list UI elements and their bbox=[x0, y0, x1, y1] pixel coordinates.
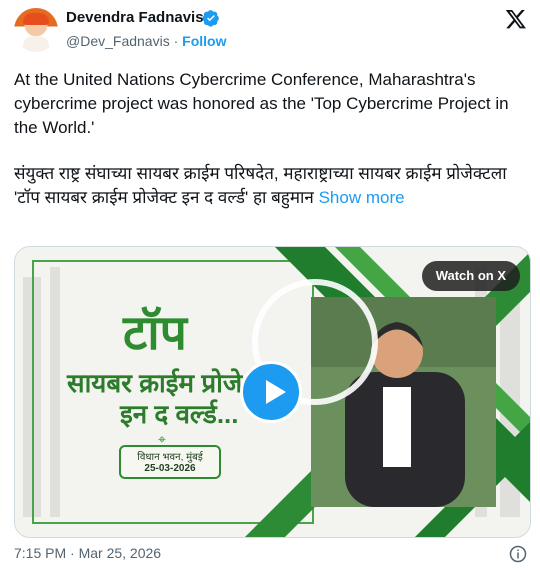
tweet-text-marathi-body: संयुक्त राष्ट्र संघाच्या सायबर क्राईम पर… bbox=[14, 164, 507, 207]
author-name[interactable]: Devendra Fadnavis bbox=[66, 9, 204, 26]
author-handle[interactable]: @Dev_Fadnavis bbox=[66, 33, 170, 49]
venue-badge: विधान भवन, मुंबई 25-03-2026 bbox=[119, 445, 221, 479]
follow-button[interactable]: Follow bbox=[182, 33, 226, 49]
thumbnail-headline-1: टॉप bbox=[123, 307, 187, 360]
tweet-text-english: At the United Nations Cybercrime Confere… bbox=[14, 70, 509, 137]
avatar-body bbox=[23, 36, 49, 52]
tweet-header: Devendra Fadnavis @Dev_Fadnavis · Follow bbox=[0, 0, 540, 64]
info-icon[interactable] bbox=[509, 545, 527, 563]
tweet-text-marathi: संयुक्त राष्ट्र संघाच्या सायबर क्राईम पर… bbox=[14, 162, 529, 210]
thumbnail-headline-3: इन द वर्ल्ड... bbox=[120, 399, 239, 429]
avatar-turban bbox=[23, 13, 49, 25]
verified-badge-icon bbox=[202, 10, 219, 27]
video-thumbnail[interactable]: टॉप सायबर क्राईम प्रोजे इन द वर्ल्ड... ⌖… bbox=[14, 246, 531, 538]
separator: · bbox=[169, 33, 183, 49]
venue-name: विधान भवन, मुंबई bbox=[137, 452, 203, 463]
author-avatar[interactable] bbox=[14, 8, 58, 52]
watch-on-x-button[interactable]: Watch on X bbox=[421, 261, 520, 291]
venue-date: 25-03-2026 bbox=[144, 463, 196, 474]
x-logo-icon[interactable] bbox=[505, 8, 527, 30]
play-button-icon[interactable] bbox=[240, 361, 302, 423]
tweet-timestamp[interactable]: 7:15 PM · Mar 25, 2026 bbox=[14, 545, 161, 561]
author-handle-row: @Dev_Fadnavis · Follow bbox=[66, 33, 226, 49]
show-more-link[interactable]: Show more bbox=[319, 188, 405, 207]
